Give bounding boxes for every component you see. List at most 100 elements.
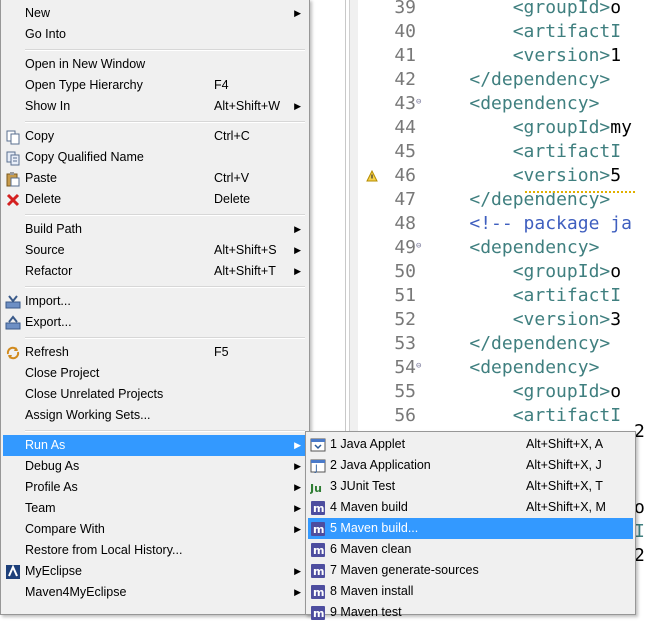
svg-text:m: m bbox=[313, 544, 324, 557]
menu-item-show-in[interactable]: Show In Alt+Shift+W ▶ bbox=[3, 96, 307, 117]
menu-item-maven4myeclipse[interactable]: Maven4MyEclipse ▶ bbox=[3, 582, 307, 603]
fold-gutter bbox=[416, 164, 426, 184]
line-number: 44 bbox=[394, 117, 416, 138]
submenu-item-1-java-applet[interactable]: 1 Java Applet Alt+Shift+X, A bbox=[308, 434, 633, 455]
context-menu: New ▶ Go Into Open in New Window Open Type H… bbox=[0, 0, 310, 615]
menu-item-refactor[interactable]: Refactor Alt+Shift+T ▶ bbox=[3, 261, 307, 282]
menu-item-myeclipse[interactable]: MyEclipse ▶ bbox=[3, 561, 307, 582]
line-number: 39 bbox=[394, 0, 416, 18]
code-text: </dependency> bbox=[469, 69, 611, 90]
submenu-item-shortcut: Alt+Shift+X, T bbox=[526, 479, 603, 493]
submenu-arrow-icon: ▶ bbox=[294, 587, 301, 597]
menu-item-run-as[interactable]: Run As ▶ bbox=[3, 435, 307, 456]
submenu-item-label: 2 Java Application bbox=[330, 458, 431, 472]
menu-item-shortcut: F4 bbox=[214, 78, 229, 92]
submenu-item-7-maven-generate-sources[interactable]: m 7 Maven generate-sources bbox=[308, 560, 633, 581]
menu-item-assign-working-sets[interactable]: Assign Working Sets... bbox=[3, 405, 307, 426]
submenu-item-6-maven-clean[interactable]: m 6 Maven clean bbox=[308, 539, 633, 560]
line-number: 48 bbox=[394, 213, 416, 234]
code-line: 54⊖ <dependency> bbox=[360, 356, 599, 380]
menu-item-shortcut: Alt+Shift+S bbox=[214, 243, 277, 257]
fold-gutter bbox=[416, 380, 426, 400]
menu-item-source[interactable]: Source Alt+Shift+S ▶ bbox=[3, 240, 307, 261]
menu-item-label: Maven4MyEclipse bbox=[25, 585, 127, 599]
java-application-icon: J bbox=[310, 458, 326, 474]
menu-item-shortcut: F5 bbox=[214, 345, 229, 359]
menu-item-close-unrelated-projects[interactable]: Close Unrelated Projects bbox=[3, 384, 307, 405]
maven-icon: m bbox=[310, 584, 326, 600]
submenu-item-9-maven-test[interactable]: m 9 Maven test bbox=[308, 602, 633, 623]
fold-gutter bbox=[416, 20, 426, 40]
code-line: 40 <artifactI bbox=[360, 20, 621, 44]
line-number: 55 bbox=[394, 381, 416, 402]
submenu-item-label: 3 JUnit Test bbox=[330, 479, 396, 493]
code-text: <!-- package ja bbox=[469, 213, 632, 234]
menu-item-open-type-hierarchy[interactable]: Open Type Hierarchy F4 bbox=[3, 75, 307, 96]
menu-item-paste[interactable]: Paste Ctrl+V bbox=[3, 168, 307, 189]
submenu-item-2-java-application[interactable]: J 2 Java Application Alt+Shift+X, J bbox=[308, 455, 633, 476]
menu-item-close-project[interactable]: Close Project bbox=[3, 363, 307, 384]
code-line: 48 <!-- package ja bbox=[360, 212, 632, 236]
fold-gutter bbox=[416, 0, 426, 16]
submenu-item-4-maven-build[interactable]: m 4 Maven build Alt+Shift+X, M bbox=[308, 497, 633, 518]
fold-toggle-icon[interactable]: ⊖ bbox=[416, 92, 426, 112]
submenu-arrow-icon: ▶ bbox=[294, 8, 301, 18]
fold-gutter bbox=[416, 44, 426, 64]
fold-gutter bbox=[416, 68, 426, 88]
code-text: <artifactI bbox=[512, 21, 622, 42]
submenu-arrow-icon: ▶ bbox=[294, 224, 301, 234]
submenu-arrow-icon: ▶ bbox=[294, 245, 301, 255]
submenu-arrow-icon: ▶ bbox=[294, 440, 301, 450]
menu-item-restore-from-local-history[interactable]: Restore from Local History... bbox=[3, 540, 307, 561]
menu-item-label: Paste bbox=[25, 171, 57, 185]
menu-item-copy[interactable]: Copy Ctrl+C bbox=[3, 126, 307, 147]
line-number: 42 bbox=[394, 69, 416, 90]
menu-item-copy-qualified-name[interactable]: Copy Qualified Name bbox=[3, 147, 307, 168]
menu-item-team[interactable]: Team ▶ bbox=[3, 498, 307, 519]
code-text: <dependency> bbox=[469, 93, 600, 114]
menu-item-profile-as[interactable]: Profile As ▶ bbox=[3, 477, 307, 498]
fold-toggle-icon[interactable]: ⊖ bbox=[416, 236, 426, 256]
menu-item-export[interactable]: Export... bbox=[3, 312, 307, 333]
menu-item-open-in-new-window[interactable]: Open in New Window bbox=[3, 54, 307, 75]
menu-item-compare-with[interactable]: Compare With ▶ bbox=[3, 519, 307, 540]
submenu-item-3-junit-test[interactable]: Ju 3 JUnit Test Alt+Shift+X, T bbox=[308, 476, 633, 497]
line-number: 41 bbox=[394, 45, 416, 66]
submenu-item-8-maven-install[interactable]: m 8 Maven install bbox=[308, 581, 633, 602]
submenu-item-label: 8 Maven install bbox=[330, 584, 414, 598]
warning-squiggle bbox=[525, 188, 635, 193]
warning-marker-icon[interactable] bbox=[366, 169, 378, 182]
menu-item-new[interactable]: New ▶ bbox=[3, 3, 307, 24]
line-number: 43 bbox=[394, 93, 416, 114]
menu-item-label: Assign Working Sets... bbox=[25, 408, 151, 422]
line-number: 51 bbox=[394, 285, 416, 306]
menu-item-debug-as[interactable]: Debug As ▶ bbox=[3, 456, 307, 477]
code-text: <artifactI bbox=[512, 405, 622, 426]
export-icon bbox=[5, 315, 21, 331]
fold-gutter bbox=[416, 116, 426, 136]
submenu-item-label: 9 Maven test bbox=[330, 605, 402, 619]
submenu-item-5-maven-build[interactable]: m 5 Maven build... bbox=[308, 518, 633, 539]
menu-item-go-into[interactable]: Go Into bbox=[3, 24, 307, 45]
menu-item-label: Go Into bbox=[25, 27, 66, 41]
menu-item-import[interactable]: Import... bbox=[3, 291, 307, 312]
fold-toggle-icon[interactable]: ⊖ bbox=[416, 356, 426, 376]
code-text: <dependency> bbox=[469, 237, 600, 258]
menu-item-label: Compare With bbox=[25, 522, 105, 536]
paste-icon bbox=[5, 171, 21, 187]
menu-item-label: Debug As bbox=[25, 459, 80, 473]
fold-gutter bbox=[416, 212, 426, 232]
line-number: 53 bbox=[394, 333, 416, 354]
menu-item-label: Refactor bbox=[25, 264, 73, 278]
menu-separator bbox=[25, 286, 305, 288]
submenu-item-label: 1 Java Applet bbox=[330, 437, 406, 451]
submenu-item-label: 6 Maven clean bbox=[330, 542, 412, 556]
line-number: 50 bbox=[394, 261, 416, 282]
menu-item-refresh[interactable]: Refresh F5 bbox=[3, 342, 307, 363]
maven-icon: m bbox=[310, 563, 326, 579]
menu-item-delete[interactable]: Delete Delete bbox=[3, 189, 307, 210]
run-as-submenu: 1 Java Applet Alt+Shift+X, A J 2 Java Appli… bbox=[305, 431, 636, 620]
menu-separator bbox=[25, 337, 305, 339]
menu-item-build-path[interactable]: Build Path ▶ bbox=[3, 219, 307, 240]
maven-icon: m bbox=[310, 605, 326, 621]
